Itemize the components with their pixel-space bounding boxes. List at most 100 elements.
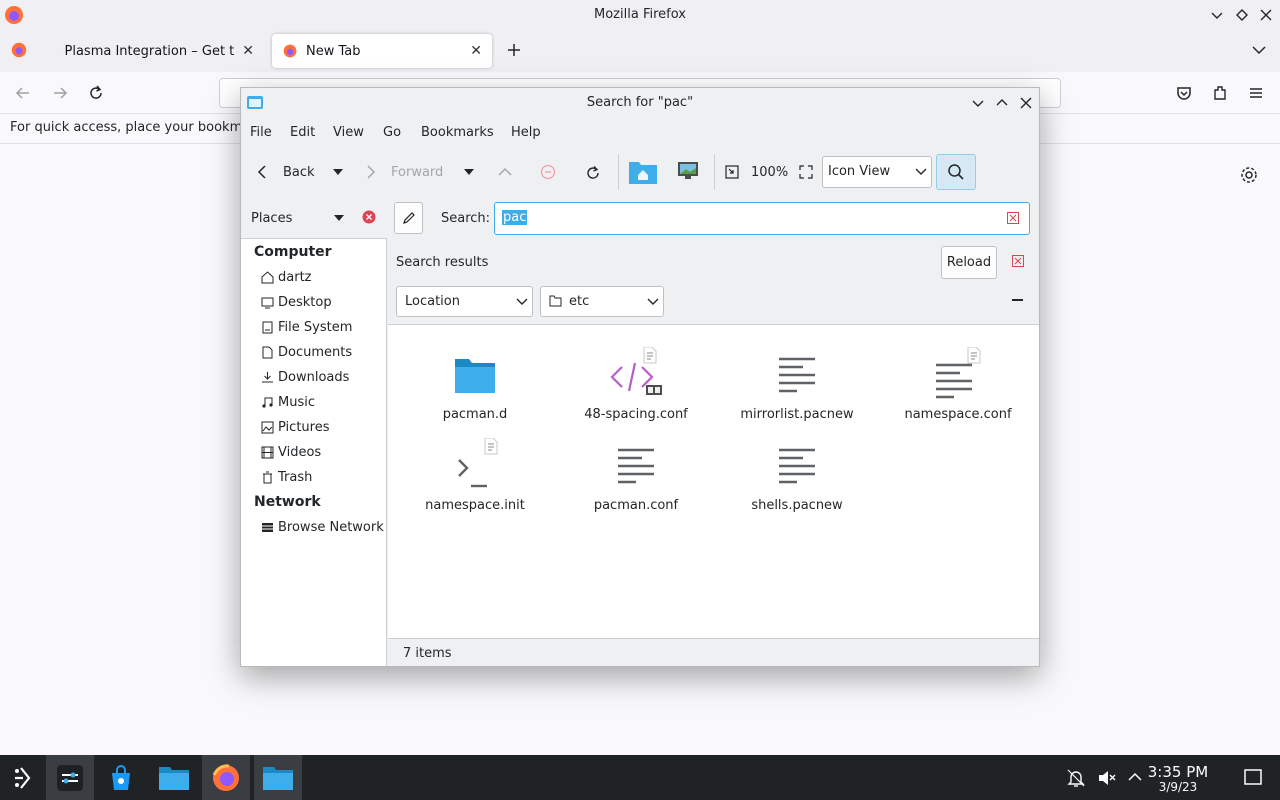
forward-arrow-icon[interactable] <box>51 84 69 102</box>
dialog-title: Search for "pac" <box>586 95 694 110</box>
zoom-in-icon[interactable] <box>798 164 814 180</box>
dialog-minimize-icon[interactable] <box>970 95 986 111</box>
system-settings-icon[interactable] <box>46 755 94 800</box>
dialog-maximize-icon[interactable] <box>994 95 1010 111</box>
tab-close-icon[interactable]: ✕ <box>470 43 482 59</box>
show-desktop-icon[interactable] <box>1243 767 1263 787</box>
tab-new-tab[interactable]: New Tab ✕ <box>272 34 492 68</box>
places-heading-network: Network <box>254 494 321 510</box>
search-input[interactable]: pac <box>494 202 1030 235</box>
maximize-icon[interactable] <box>1234 7 1250 23</box>
dialog-close-icon[interactable] <box>1018 95 1034 111</box>
file-item[interactable]: pacman.conf <box>561 434 711 513</box>
settings-gear-icon[interactable] <box>1239 165 1259 185</box>
tab-plasma-integration[interactable]: Plasma Integration – Get t ✕ <box>46 34 264 68</box>
forward-chevron-icon[interactable] <box>364 164 378 180</box>
drive-icon <box>262 321 273 334</box>
view-mode-value: Icon View <box>828 164 891 179</box>
menu-edit[interactable]: Edit <box>290 118 315 146</box>
dolphin-taskbar-icon[interactable] <box>150 755 198 800</box>
tab-close-icon[interactable]: ✕ <box>242 43 254 59</box>
place-browse-network[interactable]: Browse Network <box>261 520 384 535</box>
pocket-icon[interactable] <box>1175 84 1193 102</box>
place-label: Videos <box>278 445 322 460</box>
view-mode-select[interactable]: Icon View <box>822 156 932 188</box>
new-tab-plus-icon[interactable] <box>505 41 525 61</box>
file-name: pacman.d <box>442 407 508 422</box>
location-filter-select[interactable]: Location <box>396 286 533 317</box>
reload-button[interactable]: Reload <box>941 246 997 279</box>
file-name: 48-spacing.conf <box>584 407 688 422</box>
file-item[interactable]: namespace.conf <box>883 343 1033 422</box>
places-label: Places <box>251 211 293 226</box>
file-item[interactable]: namespace.init <box>400 434 550 513</box>
menu-bar: File Edit View Go Bookmarks Help <box>241 118 1039 146</box>
file-item[interactable]: shells.pacnew <box>722 434 872 513</box>
clock-time[interactable]: 3:35 PM <box>1138 763 1218 781</box>
dolphin-dialog-taskbar-icon[interactable] <box>254 755 302 800</box>
tab-bar: Plasma Integration – Get t ✕ New Tab ✕ <box>0 30 1280 72</box>
menu-go[interactable]: Go <box>383 118 401 146</box>
picture-icon <box>261 421 274 434</box>
places-close-icon[interactable] <box>362 210 376 224</box>
clear-search-icon[interactable] <box>1007 212 1019 224</box>
up-folder-icon[interactable] <box>497 164 513 180</box>
place-videos[interactable]: Videos <box>261 445 321 460</box>
back-arrow-icon[interactable] <box>14 84 32 102</box>
dialog-titlebar: Search for "pac" <box>241 88 1039 118</box>
text-file-icon <box>722 434 872 498</box>
menu-help[interactable]: Help <box>511 118 541 146</box>
place-home[interactable]: dartz <box>261 270 311 285</box>
close-search-icon[interactable] <box>1012 255 1024 267</box>
volume-muted-icon[interactable] <box>1097 768 1117 788</box>
place-desktop[interactable]: Desktop <box>261 295 332 310</box>
zoom-out-icon[interactable] <box>724 164 740 180</box>
close-window-icon[interactable] <box>1258 7 1274 23</box>
place-pictures[interactable]: Pictures <box>261 420 329 435</box>
back-history-dropdown-icon[interactable] <box>332 168 344 176</box>
collapse-filters-icon[interactable] <box>1012 299 1023 301</box>
menu-view[interactable]: View <box>333 118 364 146</box>
places-dropdown-icon[interactable] <box>333 214 345 222</box>
menu-bookmarks[interactable]: Bookmarks <box>421 118 494 146</box>
edit-location-button[interactable] <box>394 202 423 234</box>
search-toggle-button[interactable] <box>936 154 976 190</box>
search-icon <box>947 163 965 181</box>
list-tabs-chevron-icon[interactable] <box>1250 41 1270 61</box>
place-file-system[interactable]: File System <box>261 320 352 335</box>
minimize-icon[interactable] <box>1209 7 1225 23</box>
stop-icon[interactable] <box>540 164 556 180</box>
place-music[interactable]: Music <box>261 395 315 410</box>
back-button[interactable]: Back <box>283 165 315 181</box>
app-launcher-icon[interactable] <box>0 755 48 800</box>
window-title: Mozilla Firefox <box>594 7 686 22</box>
app-menu-icon[interactable] <box>1247 84 1265 102</box>
preview-image-icon[interactable] <box>677 159 699 181</box>
tab-label: New Tab <box>306 43 361 59</box>
place-documents[interactable]: Documents <box>261 345 352 360</box>
file-item[interactable]: 48-spacing.conf <box>561 343 711 422</box>
discover-store-icon[interactable] <box>97 755 145 800</box>
firefox-taskbar-icon[interactable] <box>202 755 250 800</box>
forward-button[interactable]: Forward <box>391 165 443 181</box>
reload-icon[interactable] <box>87 84 105 102</box>
folder-filter-select[interactable]: etc <box>540 286 664 317</box>
text-file-icon <box>883 343 1033 407</box>
place-downloads[interactable]: Downloads <box>261 370 349 385</box>
taskbar <box>0 755 1280 800</box>
forward-history-dropdown-icon[interactable] <box>463 168 475 176</box>
menu-file[interactable]: File <box>250 118 272 146</box>
extensions-icon[interactable] <box>1211 84 1229 102</box>
clock-date[interactable]: 3/9/23 <box>1138 780 1218 794</box>
file-item[interactable]: pacman.d <box>400 343 550 422</box>
home-folder-icon[interactable] <box>628 158 658 186</box>
firefox-view-icon[interactable] <box>10 41 30 61</box>
notifications-bell-icon[interactable] <box>1066 768 1086 788</box>
place-label: Browse Network <box>278 520 384 535</box>
file-item[interactable]: mirrorlist.pacnew <box>722 343 872 422</box>
refresh-icon[interactable] <box>584 164 602 182</box>
back-chevron-icon[interactable] <box>255 164 269 180</box>
place-trash[interactable]: Trash <box>261 470 312 485</box>
file-dialog: Search for "pac" File Edit View Go Bookm… <box>240 87 1040 667</box>
file-name: namespace.init <box>425 498 525 513</box>
